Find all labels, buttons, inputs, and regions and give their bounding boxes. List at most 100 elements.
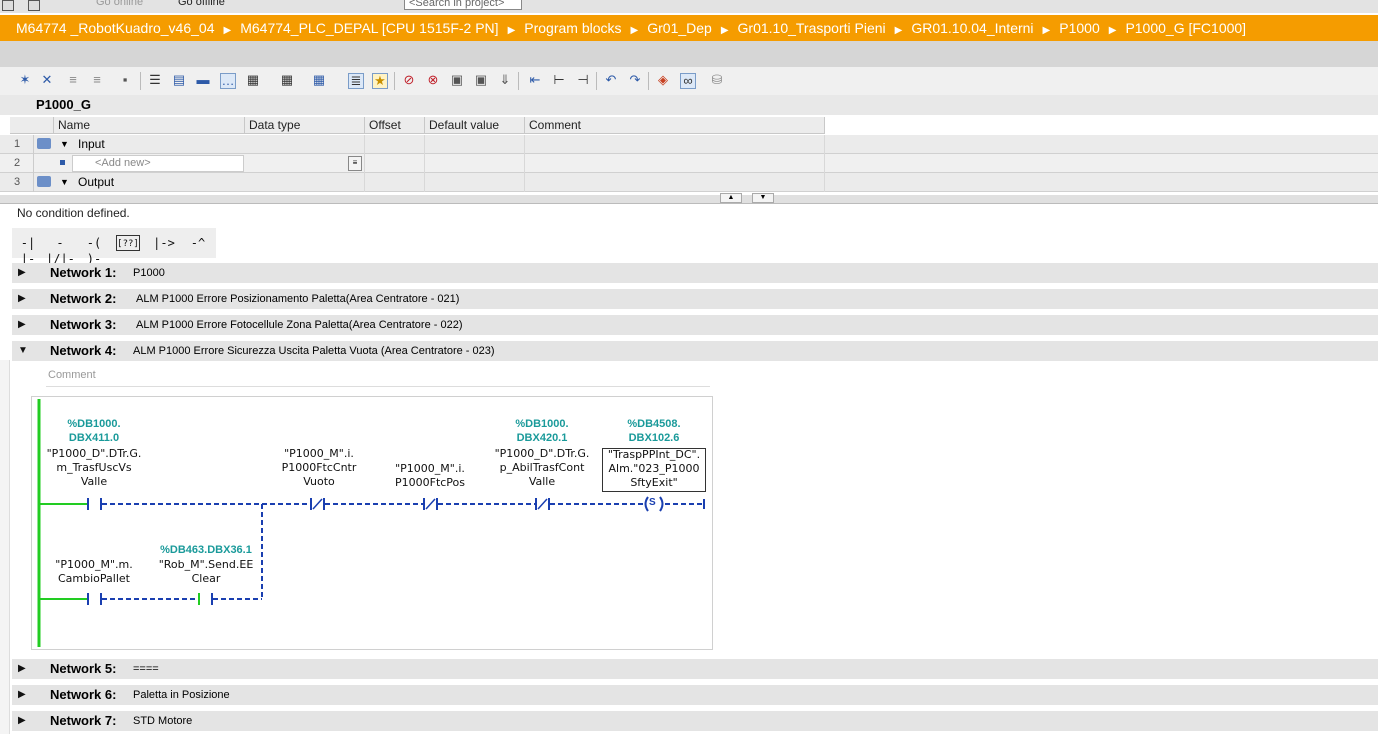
clear-breakpoint-icon[interactable]: ⊗: [426, 73, 440, 87]
coil-icon[interactable]: -( )-: [80, 235, 108, 266]
network-title[interactable]: ALM P1000 Errore Posizionamento Paletta(…: [136, 289, 459, 309]
window-icon[interactable]: [2, 0, 14, 11]
insert-row-icon[interactable]: ≡: [66, 73, 80, 87]
collapse-arrow-icon[interactable]: ▼: [18, 341, 28, 361]
network-header[interactable]: ▼ Network 4: ALM P1000 Errore Sicurezza …: [12, 341, 1378, 361]
table-row[interactable]: 2 <Add new> ≡: [0, 154, 1378, 173]
save-icon[interactable]: [28, 0, 40, 11]
pane-splitter[interactable]: ▲ ▼: [0, 193, 1378, 204]
network-header[interactable]: ▶ Network 6: Paletta in Posizione: [12, 685, 1378, 705]
close-branch-icon[interactable]: -^: [184, 235, 212, 251]
comment-icon[interactable]: …: [220, 73, 236, 89]
contact-3-tag-line1[interactable]: "P1000_M".i.: [380, 462, 480, 476]
breadcrumb-item-plc[interactable]: M64774_PLC_DEPAL [CPU 1515F-2 PN]: [237, 20, 501, 36]
favorites-icon[interactable]: ▦: [246, 73, 260, 87]
delete-network-icon[interactable]: ✕: [40, 73, 54, 87]
network-title[interactable]: ALM P1000 Errore Fotocellule Zona Palett…: [136, 315, 463, 335]
breadcrumb-item-group[interactable]: Gr01_Dep: [644, 20, 715, 36]
abs-operand-icon[interactable]: ▦: [280, 73, 294, 87]
network-title[interactable]: Paletta in Posizione: [133, 685, 230, 705]
contact-4-tag-line1[interactable]: "P1000_D".DTr.G.: [492, 447, 592, 461]
column-header-data-type[interactable]: Data type: [245, 117, 365, 134]
contact-1-tag-line1[interactable]: "P1000_D".DTr.G.: [44, 447, 144, 461]
database-icon[interactable]: ⛁: [710, 73, 724, 87]
expand-arrow-icon[interactable]: ▶: [18, 711, 26, 731]
collapse-triangle-icon[interactable]: ▼: [60, 135, 69, 154]
previous-icon[interactable]: ↶: [604, 73, 618, 87]
breakpoint-icon[interactable]: ⊘: [402, 73, 416, 87]
splitter-down-icon[interactable]: ▼: [752, 193, 774, 203]
column-header-default-value[interactable]: Default value: [425, 117, 525, 134]
column-header-name[interactable]: Name: [54, 117, 245, 134]
network-header[interactable]: ▶ Network 5: ====: [12, 659, 1378, 679]
contact-5-tag-line2[interactable]: CambioPallet: [44, 572, 144, 586]
contact-5-tag-line1[interactable]: "P1000_M".m.: [44, 558, 144, 572]
table-row[interactable]: 3 ▼ Output: [0, 173, 1378, 192]
contact-4-tag-line2[interactable]: p_AbilTrasfCont: [492, 461, 592, 475]
network-header[interactable]: ▶ Network 3: ALM P1000 Errore Fotocellul…: [12, 315, 1378, 335]
go-online-button[interactable]: Go online: [96, 0, 143, 8]
empty-box-icon[interactable]: [??]: [116, 235, 140, 251]
coil-tag-line2[interactable]: Alm."023_P1000: [604, 462, 704, 476]
window-split-icon[interactable]: ▤: [172, 73, 186, 87]
add-new-field[interactable]: <Add new>: [72, 155, 244, 172]
network-comment-field[interactable]: Comment: [46, 367, 710, 387]
network-title[interactable]: ====: [133, 659, 159, 679]
collapse-triangle-icon[interactable]: ▼: [60, 173, 69, 192]
expand-arrow-icon[interactable]: ▶: [18, 289, 26, 309]
contact-6-tag-line1[interactable]: "Rob_M".Send.EE: [156, 558, 256, 572]
monitoring-glasses-icon[interactable]: ∞: [680, 73, 696, 89]
goto-icon[interactable]: ⇤: [528, 73, 542, 87]
filter-icon[interactable]: ⇓: [498, 73, 512, 87]
expand-arrow-icon[interactable]: ▶: [18, 659, 26, 679]
network-title[interactable]: STD Motore: [133, 711, 192, 731]
splitter-up-icon[interactable]: ▲: [720, 193, 742, 203]
network-title[interactable]: ALM P1000 Errore Sicurezza Uscita Palett…: [133, 341, 495, 361]
contact-2-tag-line2[interactable]: P1000FtcCntr: [269, 461, 369, 475]
contact-1-tag-line2[interactable]: m_TrasfUscVs: [44, 461, 144, 475]
breadcrumb-item-project[interactable]: M64774 _RobotKuadro_v46_04: [13, 20, 218, 36]
star-icon[interactable]: ★: [372, 73, 388, 89]
indent-icon[interactable]: ⊢: [552, 73, 566, 87]
search-input[interactable]: <Search in project>: [404, 0, 522, 10]
add-row-icon[interactable]: ≡: [90, 73, 104, 87]
breadcrumb-item-folder[interactable]: GR01.10.04_Interni: [908, 20, 1036, 36]
network-header[interactable]: ▶ Network 7: STD Motore: [12, 711, 1378, 731]
collapse-icon[interactable]: ▬: [196, 73, 210, 87]
contact-6-tag-line2[interactable]: Clear: [156, 572, 256, 586]
expand-arrow-icon[interactable]: ▶: [18, 315, 26, 335]
outdent-icon[interactable]: ⊣: [576, 73, 590, 87]
expand-arrow-icon[interactable]: ▶: [18, 263, 26, 283]
go-offline-button[interactable]: Go offline: [178, 0, 225, 8]
tag-info-icon[interactable]: ▦: [312, 73, 326, 87]
breadcrumb-item-program-blocks[interactable]: Program blocks: [521, 20, 624, 36]
data-type-picker-icon[interactable]: ≡: [348, 156, 362, 171]
contact-3-tag-line2[interactable]: P1000FtcPos: [380, 476, 480, 490]
open-branch-icon[interactable]: |->: [150, 235, 178, 251]
network-title[interactable]: P1000: [133, 263, 165, 283]
monitor-icon[interactable]: ▣: [450, 73, 464, 87]
insert-network-icon[interactable]: ✶: [18, 73, 32, 87]
contact-1-tag-line3[interactable]: Valle: [44, 475, 144, 489]
compare-icon[interactable]: ▪: [118, 73, 132, 87]
expand-arrow-icon[interactable]: ▶: [18, 685, 26, 705]
breadcrumb-item-subgroup[interactable]: Gr01.10_Trasporti Pieni: [735, 20, 889, 36]
list-icon[interactable]: ☰: [148, 73, 162, 87]
contact-2-tag-line3[interactable]: Vuoto: [269, 475, 369, 489]
coil-tag-line3[interactable]: SftyExit": [604, 476, 704, 490]
network-view-icon[interactable]: ≣: [348, 73, 364, 89]
diagnostic-icon[interactable]: ◈: [656, 73, 670, 87]
next-icon[interactable]: ↷: [628, 73, 642, 87]
normally-closed-contact-icon[interactable]: -|/|-: [46, 235, 75, 266]
network-header[interactable]: ▶ Network 2: ALM P1000 Errore Posizionam…: [12, 289, 1378, 309]
coil-tag-line1[interactable]: "TraspPPInt_DC".: [604, 448, 704, 462]
network-header[interactable]: ▶ Network 1: P1000: [12, 263, 1378, 283]
watch-icon[interactable]: ▣: [474, 73, 488, 87]
column-header-offset[interactable]: Offset: [365, 117, 425, 134]
breadcrumb-item-p1000[interactable]: P1000: [1056, 20, 1102, 36]
contact-2-tag-line1[interactable]: "P1000_M".i.: [269, 447, 369, 461]
column-header-comment[interactable]: Comment: [525, 117, 825, 134]
breadcrumb-item-block[interactable]: P1000_G [FC1000]: [1122, 20, 1249, 36]
normally-open-contact-icon[interactable]: -| |-: [14, 235, 42, 266]
contact-4-tag-line3[interactable]: Valle: [492, 475, 592, 489]
